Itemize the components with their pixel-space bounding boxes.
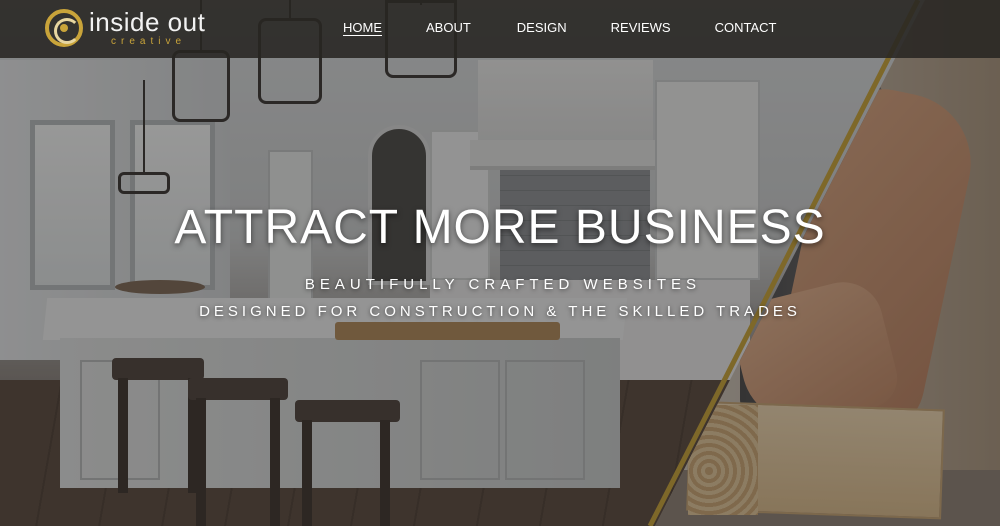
- swirl-logo-icon: [45, 9, 83, 47]
- hero-subline-1: BEAUTIFULLY CRAFTED WEBSITES: [304, 276, 702, 293]
- hero-headline: ATTRACT MORE BUSINESS: [174, 201, 826, 254]
- brand-name: inside out: [89, 7, 206, 37]
- logo-wordmark: inside out creative: [89, 9, 205, 47]
- nav-design-link[interactable]: DESIGN: [517, 20, 567, 35]
- logo-link[interactable]: inside out creative: [45, 9, 205, 47]
- main-nav: HOME ABOUT DESIGN REVIEWS CONTACT: [330, 20, 776, 35]
- dark-overlay: [0, 0, 1000, 526]
- nav-about-link[interactable]: ABOUT: [426, 20, 471, 35]
- hero-subline-2: DESIGNED FOR CONSTRUCTION & THE SKILLED …: [199, 303, 801, 320]
- nav-contact-link[interactable]: CONTACT: [715, 20, 777, 35]
- hero-banner: ATTRACT MORE BUSINESS BEAUTIFULLY CRAFTE…: [0, 0, 1000, 526]
- brand-tagline: creative: [111, 36, 187, 47]
- nav-reviews-link[interactable]: REVIEWS: [611, 20, 671, 35]
- nav-home-link[interactable]: HOME: [343, 20, 382, 35]
- site-header: inside out creative HOME ABOUT DESIGN RE…: [0, 0, 1000, 58]
